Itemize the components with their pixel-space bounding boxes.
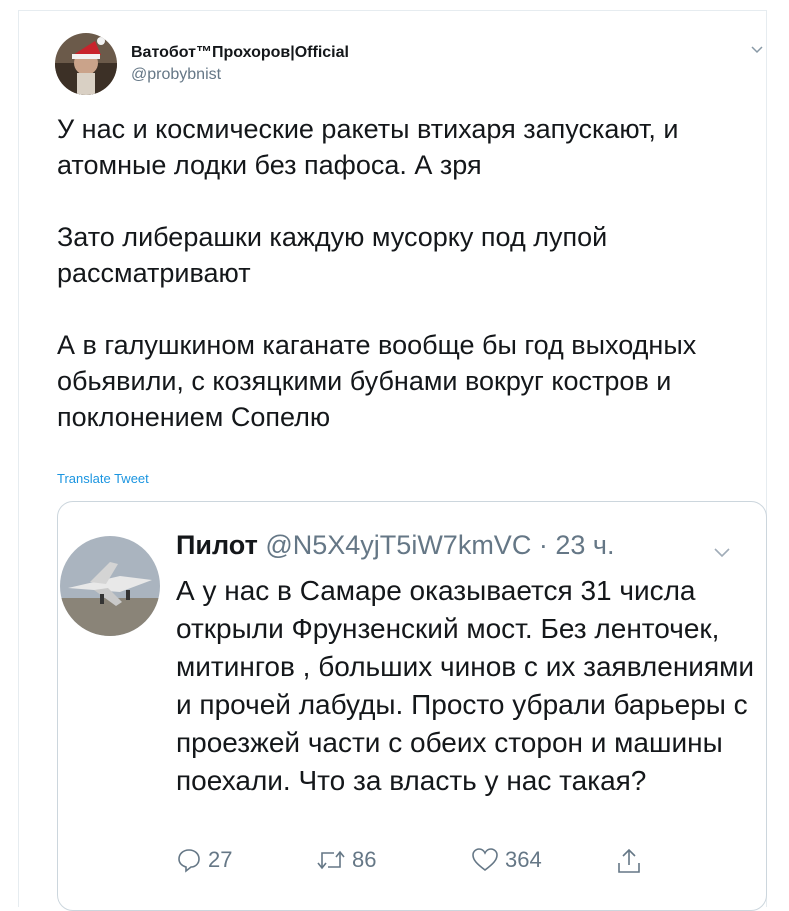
author-handle[interactable]: @probybnist [131,66,349,84]
retweet-button[interactable]: 86 [316,847,376,873]
tweet-text: У нас и космические ракеты втихаря запус… [57,111,757,471]
retweet-icon [317,850,345,870]
share-icon [618,848,640,873]
tweet-paragraph: У нас и космические ракеты втихаря запус… [57,114,679,180]
author-display-name[interactable]: Ватобот™Прохоров|Official [131,44,349,62]
quoted-separator: · [538,530,548,560]
share-button[interactable] [616,847,642,875]
tweet-paragraph: Зато либерашки каждую мусорку под лупой … [57,222,608,288]
quoted-actions: 27 86 364 [176,847,656,883]
reply-icon [178,849,200,873]
quoted-avatar[interactable] [60,536,160,636]
like-count: 364 [505,847,542,872]
quoted-tweet[interactable]: Пилот @N5X4yjT5iW7kmVC · 23 ч. А у нас в… [57,501,767,911]
like-button[interactable]: 364 [471,847,542,873]
tweet-card: Ватобот™Прохоров|Official @probybnist У … [18,10,767,911]
author-avatar[interactable] [55,33,117,95]
quoted-text: А у нас в Самаре оказывается 31 числа от… [176,575,754,796]
quoted-timestamp[interactable]: 23 ч. [555,530,614,560]
author-info: Ватобот™Прохоров|Official @probybnist [131,44,349,84]
translate-tweet-link[interactable]: Translate Tweet [57,471,149,486]
quoted-header: Пилот @N5X4yjT5iW7kmVC · 23 ч. [176,530,614,561]
chevron-down-icon[interactable] [749,41,765,57]
chevron-down-icon[interactable] [712,542,732,562]
quoted-handle[interactable]: @N5X4yjT5iW7kmVC [265,530,531,560]
tweet-paragraph: А в галушкином каганате вообще бы год вы… [57,330,697,432]
reply-button[interactable]: 27 [176,847,232,873]
quoted-display-name[interactable]: Пилот [176,530,258,560]
like-icon [472,848,498,872]
retweet-count: 86 [352,847,377,872]
reply-count: 27 [208,847,233,872]
